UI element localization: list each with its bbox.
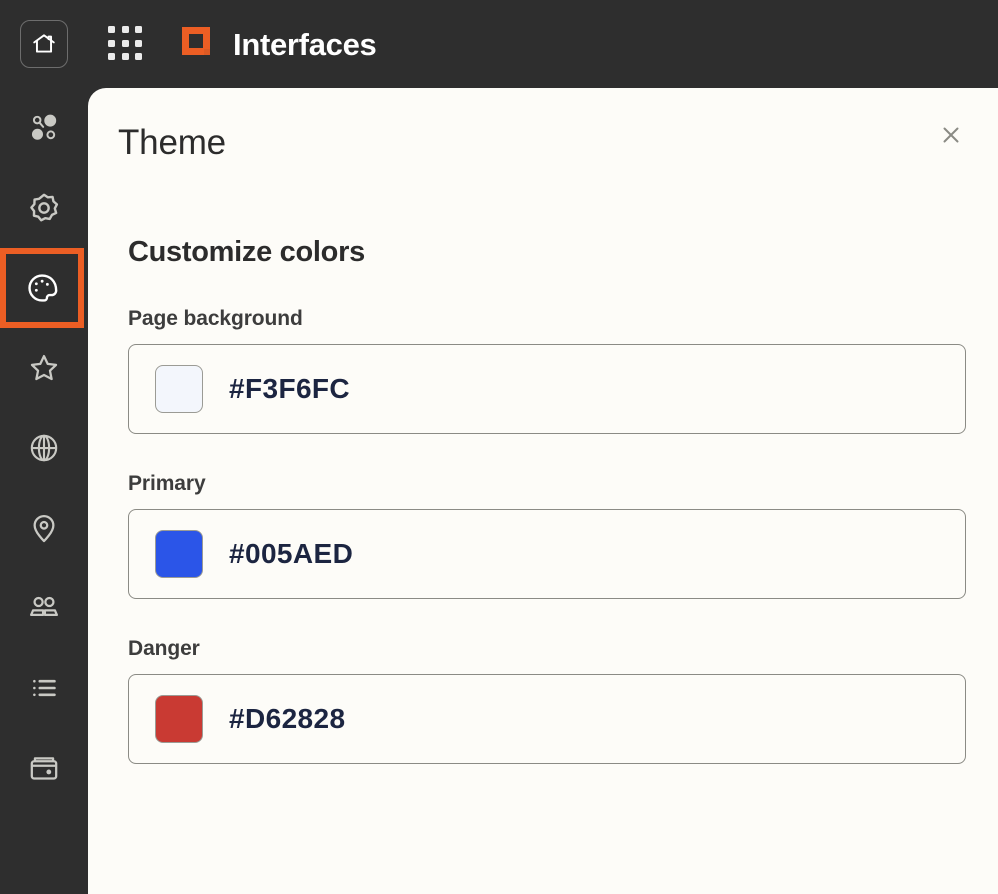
star-icon	[27, 351, 61, 385]
panel-header: Theme	[88, 88, 998, 198]
sidebar-item-theme[interactable]	[0, 248, 84, 328]
users-icon	[26, 590, 62, 626]
wallet-icon	[27, 751, 61, 785]
color-value: #D62828	[229, 703, 345, 735]
field-label: Page background	[128, 307, 968, 331]
sidebar-item-favorites[interactable]	[0, 328, 88, 408]
sidebar-item-wallet[interactable]	[0, 728, 88, 808]
globe-icon	[27, 431, 61, 465]
app-title: Interfaces	[233, 29, 376, 60]
grid-apps-icon-dot	[135, 26, 142, 33]
sidebar-item-globe[interactable]	[0, 408, 88, 488]
gear-icon	[26, 190, 62, 226]
color-swatch[interactable]	[155, 365, 203, 413]
close-icon	[939, 123, 963, 152]
top-bar: Interfaces	[0, 0, 998, 88]
sidebar-item-users[interactable]	[0, 568, 88, 648]
grid-apps-icon-dot	[108, 26, 115, 33]
sidebar-item-nodes[interactable]	[0, 88, 88, 168]
theme-panel: Theme Customize colors Page background #…	[88, 88, 998, 894]
field-label: Danger	[128, 637, 968, 661]
color-value: #005AED	[229, 538, 353, 570]
nodes-icon	[27, 111, 61, 145]
page-title: Theme	[118, 123, 226, 163]
apps-grid-button[interactable]	[108, 26, 144, 62]
panel-body: Customize colors Page background #F3F6FC…	[88, 236, 998, 764]
grid-apps-icon-dot	[135, 53, 142, 60]
grid-apps-icon-dot	[122, 26, 129, 33]
grid-apps-icon-dot	[108, 40, 115, 47]
color-swatch[interactable]	[155, 695, 203, 743]
color-field: Primary #005AED	[128, 472, 968, 599]
interfaces-logo-icon	[182, 27, 216, 61]
grid-apps-icon-dot	[108, 53, 115, 60]
brand[interactable]: Interfaces	[182, 27, 376, 61]
color-field: Page background #F3F6FC	[128, 307, 968, 434]
sidebar-item-location[interactable]	[0, 488, 88, 568]
map-pin-icon	[27, 511, 61, 545]
home-button[interactable]	[20, 20, 68, 68]
grid-apps-icon-dot	[122, 40, 129, 47]
color-field: Danger #D62828	[128, 637, 968, 764]
color-input-primary[interactable]: #005AED	[128, 509, 966, 599]
sidebar-item-settings[interactable]	[0, 168, 88, 248]
grid-apps-icon-dot	[135, 40, 142, 47]
color-input-page-background[interactable]: #F3F6FC	[128, 344, 966, 434]
sidebar-rail	[0, 88, 88, 894]
color-swatch[interactable]	[155, 530, 203, 578]
grid-apps-icon-dot	[122, 53, 129, 60]
list-icon	[27, 671, 61, 705]
field-label: Primary	[128, 472, 968, 496]
sidebar-item-list[interactable]	[0, 648, 88, 728]
color-value: #F3F6FC	[229, 373, 350, 405]
home-icon	[31, 31, 57, 57]
section-title: Customize colors	[128, 236, 968, 269]
palette-icon	[25, 271, 59, 305]
color-input-danger[interactable]: #D62828	[128, 674, 966, 764]
app-window: Interfaces	[0, 0, 998, 894]
close-button[interactable]	[930, 116, 972, 158]
